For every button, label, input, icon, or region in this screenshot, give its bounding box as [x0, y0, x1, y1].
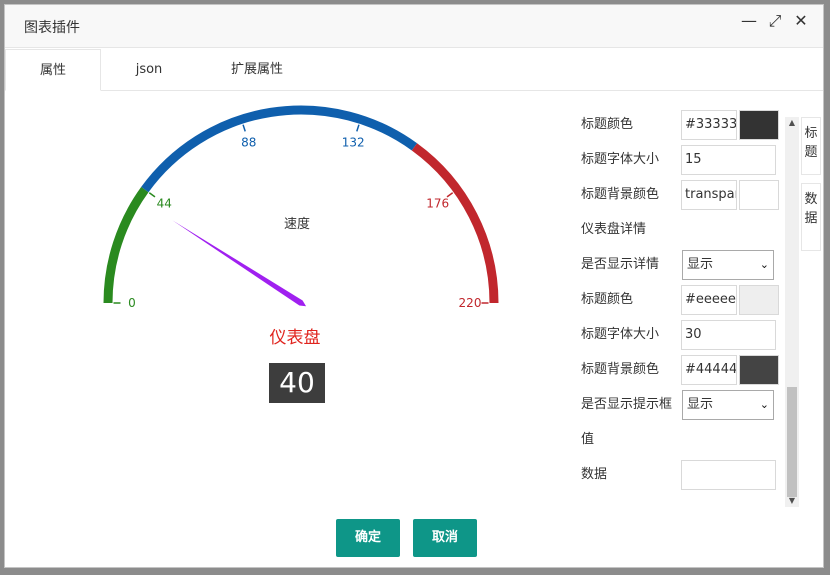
gauge-tick-label-220: 220: [459, 296, 482, 310]
tab-json[interactable]: json: [105, 49, 193, 91]
panel-row: 标题字体大小 30: [581, 317, 781, 352]
maximize-icon[interactable]: ⤢: [765, 11, 785, 31]
gauge-tick-label-176: 176: [426, 197, 449, 211]
gauge-name-label: 速度: [283, 217, 310, 232]
panel-row: 数据: [581, 457, 781, 492]
chart-plugin-dialog: 图表插件 — ⤢ ✕ 属性 json 扩展属性 0 44 88 132 176 220 速…: [4, 4, 824, 568]
panel-row: 标题背景颜色 #444444: [581, 352, 781, 387]
data-input[interactable]: [681, 460, 776, 490]
row-label: 是否显示详情: [581, 257, 660, 272]
row-label: 是否显示提示框: [581, 397, 673, 412]
row-label: 标题背景颜色: [581, 187, 660, 202]
panel-section: 仪表盘详情: [581, 212, 781, 247]
row-label: 标题背景颜色: [581, 362, 660, 377]
select-value: 显示: [687, 257, 714, 272]
detail-font-size-input[interactable]: 30: [681, 320, 776, 350]
panel-row: 标题颜色 #eeeeee: [581, 282, 781, 317]
gauge-tick-88: [242, 124, 246, 132]
gauge-tick-label-132: 132: [342, 135, 365, 149]
gauge-tick-label-44: 44: [157, 197, 172, 211]
title-font-size-input[interactable]: 15: [681, 145, 776, 175]
detail-bg-color-input[interactable]: #444444: [681, 355, 737, 385]
chevron-down-icon: ⌄: [759, 398, 769, 411]
panel-scrollbar[interactable]: ▲ ▼: [785, 117, 799, 507]
gauge-band-1: [141, 105, 418, 193]
title-bg-color-input[interactable]: transparent: [681, 180, 737, 210]
scroll-down-icon[interactable]: ▼: [785, 495, 799, 507]
row-label: 数据: [581, 467, 608, 482]
gauge-tick-44: [148, 192, 156, 198]
select-value: 显示: [687, 397, 714, 412]
close-icon[interactable]: ✕: [791, 11, 811, 31]
cancel-button[interactable]: 取消: [413, 519, 477, 557]
side-tab-data[interactable]: 数据: [801, 183, 821, 251]
tab-extended-properties[interactable]: 扩展属性: [195, 49, 319, 91]
panel-row: 是否显示提示框 显示 ⌄: [581, 387, 781, 422]
row-label: 标题颜色: [581, 292, 634, 307]
gauge-value-display: 40: [269, 363, 325, 403]
panel-row: 标题背景颜色 transparent: [581, 177, 781, 212]
panel-row: 是否显示详情 显示 ⌄: [581, 247, 781, 282]
row-label: 标题颜色: [581, 117, 634, 132]
panel-row: 标题颜色 #333333: [581, 107, 781, 142]
gauge-band-0: [103, 186, 149, 304]
row-label: 标题字体大小: [581, 152, 660, 167]
row-label: 标题字体大小: [581, 327, 660, 342]
panel-row: 标题字体大小 15: [581, 142, 781, 177]
tab-bar: 属性 json 扩展属性: [5, 49, 823, 91]
title-color-input[interactable]: #333333: [681, 110, 737, 140]
gauge-tick-label-88: 88: [241, 135, 256, 149]
gauge-title: 仪表盘: [269, 328, 321, 348]
gauge-band-2: [411, 143, 499, 304]
section-label: 仪表盘详情: [581, 222, 647, 237]
detail-color-swatch[interactable]: [739, 285, 779, 315]
scrollbar-thumb[interactable]: [787, 387, 797, 497]
confirm-button[interactable]: 确定: [336, 519, 400, 557]
tab-properties[interactable]: 属性: [5, 49, 101, 91]
gauge-tick-132: [356, 124, 360, 132]
dialog-titlebar: 图表插件 — ⤢ ✕: [5, 5, 823, 48]
property-panel: 标题颜色 #333333 标题字体大小 15 标题背景颜色 transparen…: [581, 107, 781, 509]
detail-bg-color-swatch[interactable]: [739, 355, 779, 385]
section-label: 值: [581, 432, 595, 447]
title-bg-color-swatch[interactable]: [739, 180, 779, 210]
chevron-down-icon: ⌄: [759, 258, 769, 271]
scroll-up-icon[interactable]: ▲: [785, 117, 799, 129]
detail-color-input[interactable]: #eeeeee: [681, 285, 737, 315]
minimize-icon[interactable]: —: [739, 11, 759, 31]
gauge-chart: 0 44 88 132 176 220 速度 仪表盘 40: [5, 91, 565, 421]
title-color-swatch[interactable]: [739, 110, 779, 140]
gauge-pointer: [172, 220, 307, 307]
show-tooltip-select[interactable]: 显示 ⌄: [682, 390, 774, 420]
side-tab-title[interactable]: 标题: [801, 117, 821, 175]
panel-section: 值: [581, 422, 781, 457]
dialog-title: 图表插件: [24, 20, 80, 36]
gauge-tick-label-0: 0: [128, 296, 136, 310]
show-detail-select[interactable]: 显示 ⌄: [682, 250, 774, 280]
